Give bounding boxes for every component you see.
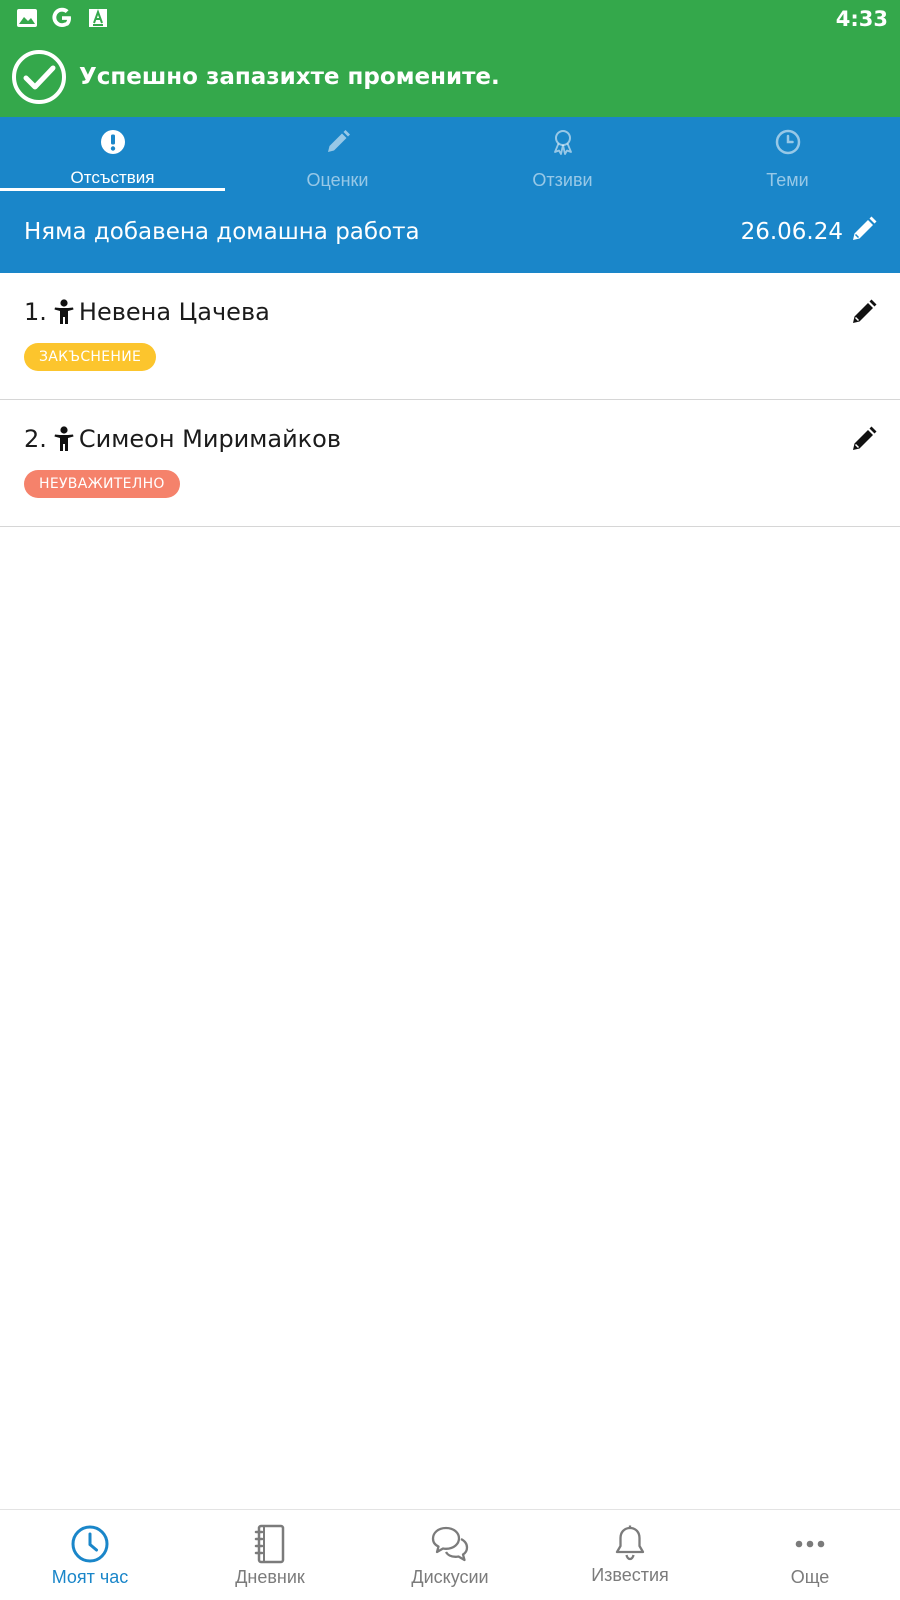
nav-label: Известия bbox=[591, 1565, 669, 1585]
tab-reviews[interactable]: Отзиви bbox=[450, 117, 675, 191]
nav-label: Още bbox=[790, 1567, 830, 1587]
student-name: Симеон Миримайков bbox=[78, 425, 342, 453]
check-circle-icon bbox=[12, 50, 66, 104]
success-banner-area: 4:33 Успешно запазихте промените. bbox=[0, 0, 900, 117]
award-ribbon-icon bbox=[554, 130, 572, 155]
homework-status: Няма добавена домашна работа bbox=[24, 219, 420, 245]
person-icon bbox=[54, 299, 74, 324]
nav-more[interactable]: Още bbox=[720, 1510, 900, 1600]
student-number: 1. bbox=[24, 298, 47, 326]
tab-label: Отсъствия bbox=[70, 168, 155, 187]
person-icon bbox=[54, 426, 74, 451]
lesson-header: Отсъствия Оценки Отзиви Теми Няма добаве… bbox=[0, 117, 900, 273]
student-row[interactable]: 2. Симеон Миримайков НЕУВАЖИТЕЛНО bbox=[0, 400, 900, 527]
more-dots-icon bbox=[795, 1540, 825, 1548]
tab-topics[interactable]: Теми bbox=[675, 117, 900, 191]
status-badge-late: ЗАКЪСНЕНИЕ bbox=[24, 343, 157, 371]
bell-icon bbox=[615, 1525, 645, 1561]
chat-bubbles-icon bbox=[431, 1526, 469, 1562]
google-icon bbox=[52, 7, 71, 27]
clock-icon bbox=[775, 129, 801, 155]
nav-label: Моят час bbox=[51, 1567, 129, 1587]
status-badge-unexcused: НЕУВАЖИТЕЛНО bbox=[24, 470, 180, 498]
lesson-date: 26.06.24 bbox=[740, 219, 843, 245]
image-icon bbox=[17, 9, 37, 27]
student-name: Невена Цачева bbox=[78, 298, 270, 326]
pencil-icon bbox=[328, 130, 350, 152]
nav-label: Дискусии bbox=[411, 1567, 489, 1587]
nav-discussions[interactable]: Дискусии bbox=[360, 1510, 540, 1600]
edit-homework-icon[interactable] bbox=[850, 215, 878, 243]
nav-diary[interactable]: Дневник bbox=[180, 1510, 360, 1600]
homework-row: Няма добавена домашна работа 26.06.24 bbox=[0, 191, 900, 273]
app-font-icon bbox=[89, 9, 107, 27]
nav-notifications[interactable]: Известия bbox=[540, 1510, 720, 1600]
student-name-line: 2. Симеон Миримайков bbox=[24, 425, 341, 453]
success-toast[interactable]: Успешно запазихте промените. bbox=[0, 46, 900, 110]
status-bar: 4:33 bbox=[0, 0, 900, 38]
nav-label: Дневник bbox=[235, 1567, 305, 1587]
tab-absences[interactable]: Отсъствия bbox=[0, 117, 225, 191]
student-row[interactable]: 1. Невена Цачева ЗАКЪСНЕНИЕ bbox=[0, 273, 900, 400]
tab-label: Оценки bbox=[306, 170, 369, 190]
toast-message: Успешно запазихте промените. bbox=[79, 64, 500, 90]
tab-label: Отзиви bbox=[532, 170, 593, 190]
clock-icon bbox=[71, 1525, 109, 1563]
notebook-icon bbox=[254, 1524, 285, 1564]
status-time: 4:33 bbox=[835, 7, 888, 31]
tab-grades[interactable]: Оценки bbox=[225, 117, 450, 191]
edit-pencil-icon[interactable] bbox=[850, 425, 878, 453]
bottom-navigation: Моят час Дневник Дискусии Известия Още bbox=[0, 1509, 900, 1600]
exclamation-circle-icon bbox=[101, 130, 125, 154]
edit-pencil-icon[interactable] bbox=[850, 298, 878, 326]
nav-my-lesson[interactable]: Моят час bbox=[0, 1510, 180, 1600]
student-number: 2. bbox=[24, 425, 47, 453]
tab-label: Теми bbox=[766, 170, 809, 190]
student-name-line: 1. Невена Цачева bbox=[24, 298, 270, 326]
